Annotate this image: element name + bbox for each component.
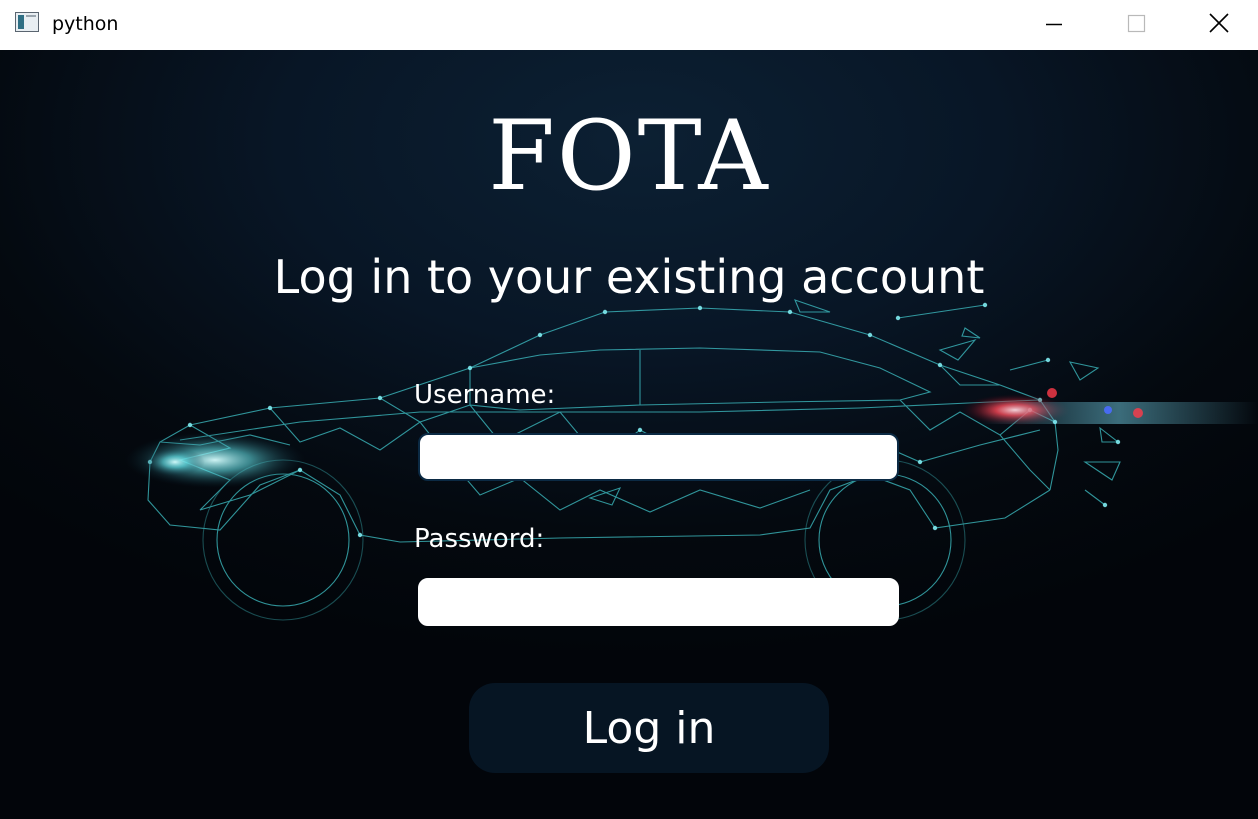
username-label: Username:	[414, 380, 556, 410]
window-titlebar[interactable]: python	[0, 0, 1258, 50]
maximize-icon	[1127, 14, 1146, 33]
close-button[interactable]	[1177, 0, 1258, 50]
password-input[interactable]	[418, 578, 899, 626]
login-window-content: FOTA Log in to your existing account Use…	[0, 50, 1258, 819]
brand-title: FOTA	[488, 100, 770, 212]
login-subtitle: Log in to your existing account	[273, 250, 985, 304]
window-app-icon	[15, 12, 39, 32]
maximize-button[interactable]	[1095, 0, 1177, 50]
minimize-button[interactable]	[1013, 0, 1095, 50]
window-title: python	[52, 13, 119, 35]
password-label: Password:	[414, 524, 545, 554]
minimize-icon	[1046, 23, 1062, 26]
login-button[interactable]: Log in	[469, 683, 829, 773]
username-input[interactable]	[418, 433, 899, 481]
close-icon	[1209, 13, 1229, 33]
